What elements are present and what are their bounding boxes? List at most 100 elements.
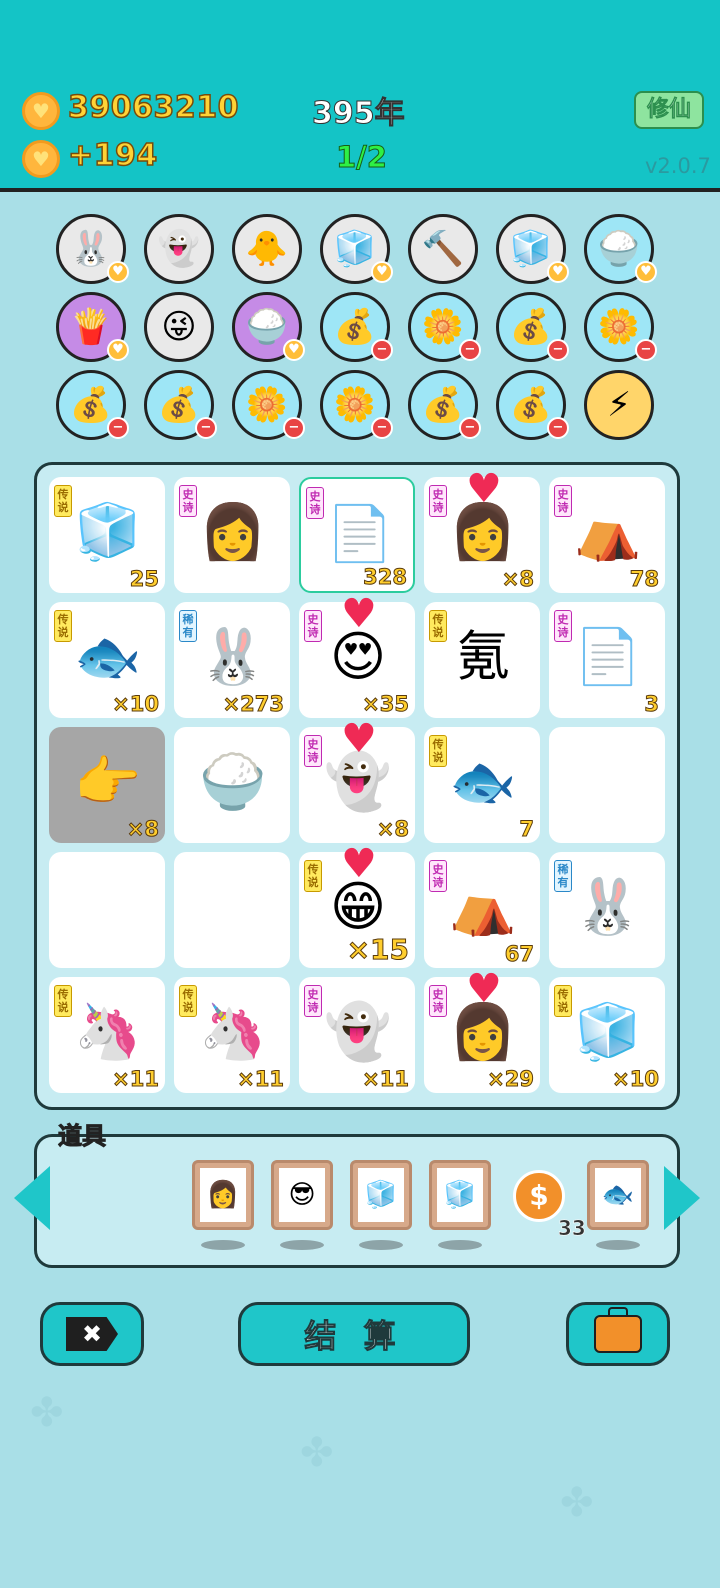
board-cell[interactable]: 传说氪 — [424, 602, 540, 718]
board-cell[interactable]: 传说 😁 ×15 ♥ — [299, 844, 415, 968]
rarity-tag: 史诗 — [179, 485, 197, 517]
buff-badge[interactable]: 🍟 ♥ — [56, 292, 129, 362]
heart-icon: ♥ — [341, 591, 377, 637]
buff-badge[interactable]: 🐥 — [232, 214, 302, 284]
props-next-arrow[interactable] — [664, 1166, 700, 1230]
props-prev-arrow[interactable] — [14, 1166, 50, 1230]
buff-badge[interactable]: 💰 − — [320, 292, 393, 362]
item-icon: 🧊 — [574, 1000, 642, 1063]
buff-badge[interactable]: 🧊 ♥ — [320, 214, 393, 284]
rarity-tag: 史诗 — [554, 610, 572, 642]
board-cell[interactable]: 史诗 😍 ×35 ♥ — [299, 594, 415, 718]
buff-badge[interactable]: 🍚 ♥ — [232, 292, 305, 362]
buff-badge[interactable]: 🌼 − — [408, 292, 481, 362]
cultivate-button[interactable]: 修仙 — [634, 91, 704, 129]
item-count: ×11 — [112, 1067, 160, 1092]
buff-badge[interactable]: 💰 − — [496, 370, 569, 440]
item-count: 3 — [644, 692, 660, 717]
item-count: ×11 — [362, 1067, 410, 1092]
settle-button[interactable]: 结 算 — [238, 1302, 470, 1366]
board-cell[interactable]: 传说 🦄 ×11 — [49, 977, 165, 1093]
rarity-tag: 史诗 — [554, 485, 572, 517]
prop-shadow — [596, 1240, 640, 1250]
minus-badge-icon: − — [459, 417, 481, 439]
buff-badge[interactable]: 🌼 − — [320, 370, 393, 440]
board-cell[interactable]: 史诗 👩 ×8 ♥ — [424, 469, 540, 593]
rarity-tag: 传说 — [54, 985, 72, 1017]
props-label: 道具 — [58, 1122, 107, 1151]
prop-shadow — [438, 1240, 482, 1250]
board-cell[interactable]: 史诗 📄 328 — [299, 477, 415, 593]
buff-badge[interactable]: 💰 − — [408, 370, 481, 440]
badge-icon: 🐰 — [69, 229, 113, 269]
item-icon: 🐰 — [199, 625, 267, 688]
badge-icon: 💰 — [509, 385, 553, 425]
buff-badge[interactable]: 🧊 ♥ — [496, 214, 569, 284]
rarity-tag: 史诗 — [304, 610, 322, 642]
item-count: ×8 — [126, 817, 159, 842]
rarity-tag: 传说 — [554, 985, 572, 1017]
prop-shadow — [359, 1240, 403, 1250]
rarity-tag: 史诗 — [429, 485, 447, 517]
item-icon: 🐰 — [574, 875, 642, 938]
prop-frame[interactable]: 😎 — [271, 1160, 333, 1230]
plus-badge-icon: ♥ — [283, 339, 305, 361]
rarity-tag: 史诗 — [306, 487, 324, 519]
item-icon: 🦄 — [74, 1000, 142, 1063]
board-cell[interactable]: 🍚 — [174, 727, 290, 843]
board-cell[interactable]: 史诗 👩 — [174, 477, 290, 593]
item-icon: 🧊 — [74, 500, 142, 563]
buff-badge[interactable]: 🔨 — [408, 214, 478, 284]
badge-icon: 🌼 — [597, 307, 641, 347]
bag-button[interactable] — [566, 1302, 670, 1366]
item-icon: 🍚 — [199, 750, 267, 813]
board-cell[interactable]: 传说 🦄 ×11 — [174, 977, 290, 1093]
board-cell[interactable]: 传说 🐟 ×10 — [49, 602, 165, 718]
background-decoration: ✤ — [560, 1480, 594, 1526]
prop-icon: 🐟 — [595, 1168, 641, 1222]
buff-badge[interactable]: 🐰 ♥ — [56, 214, 129, 284]
heart-icon: ♥ — [466, 466, 502, 512]
board-cell[interactable]: 👉 ×8 — [49, 727, 165, 843]
board-cell[interactable] — [174, 852, 290, 968]
board-cell[interactable]: 史诗 ⛺ 78 — [549, 477, 665, 593]
heart-icon: ♥ — [341, 716, 377, 762]
buff-badge[interactable]: 🌼 − — [584, 292, 657, 362]
buff-badge[interactable]: ⚡ — [584, 370, 654, 440]
board-cell[interactable]: 传说 🐟 7 — [424, 727, 540, 843]
board-cell[interactable]: 史诗 📄 3 — [549, 602, 665, 718]
prop-shadow — [280, 1240, 324, 1250]
board-cell[interactable]: 稀有 🐰 — [549, 852, 665, 968]
buff-badge[interactable]: 😜 — [144, 292, 214, 362]
board-cell[interactable]: 传说 🧊 25 — [49, 477, 165, 593]
board-cell[interactable]: 史诗 ⛺ 67 — [424, 852, 540, 968]
item-count: ×15 — [346, 933, 409, 967]
coin-prop-icon[interactable]: $ — [513, 1170, 565, 1222]
prop-frame[interactable]: 🧊 — [350, 1160, 412, 1230]
board-cell[interactable] — [549, 727, 665, 843]
item-icon: 🐟 — [74, 625, 142, 688]
cancel-button[interactable]: ✖ — [40, 1302, 144, 1366]
prop-frame[interactable]: 🐟 — [587, 1160, 649, 1230]
prop-icon: 👩 — [200, 1168, 246, 1222]
badge-icon: 💰 — [69, 385, 113, 425]
board-cell[interactable]: 史诗 👻 ×11 — [299, 977, 415, 1093]
board-cell[interactable]: 史诗 👻 ×8 ♥ — [299, 719, 415, 843]
buff-badge[interactable]: 💰 − — [56, 370, 129, 440]
board-cell[interactable]: 传说 🧊 ×10 — [549, 977, 665, 1093]
buff-badge[interactable]: 👻 — [144, 214, 214, 284]
buff-badge[interactable]: 🍚 ♥ — [584, 214, 657, 284]
minus-badge-icon: − — [371, 417, 393, 439]
board-cell[interactable]: 稀有 🐰 ×273 — [174, 602, 290, 718]
badge-icon: 🌼 — [333, 385, 377, 425]
rarity-tag: 史诗 — [429, 860, 447, 892]
buff-badge[interactable]: 🌼 − — [232, 370, 305, 440]
badge-icon: ⚡ — [607, 385, 631, 425]
board-cell[interactable] — [49, 852, 165, 968]
buff-badge[interactable]: 💰 − — [496, 292, 569, 362]
buff-badge[interactable]: 💰 − — [144, 370, 217, 440]
item-icon: 👉 — [74, 750, 142, 813]
prop-frame[interactable]: 👩 — [192, 1160, 254, 1230]
board-cell[interactable]: 史诗 👩 ×29 ♥ — [424, 969, 540, 1093]
prop-frame[interactable]: 🧊 — [429, 1160, 491, 1230]
